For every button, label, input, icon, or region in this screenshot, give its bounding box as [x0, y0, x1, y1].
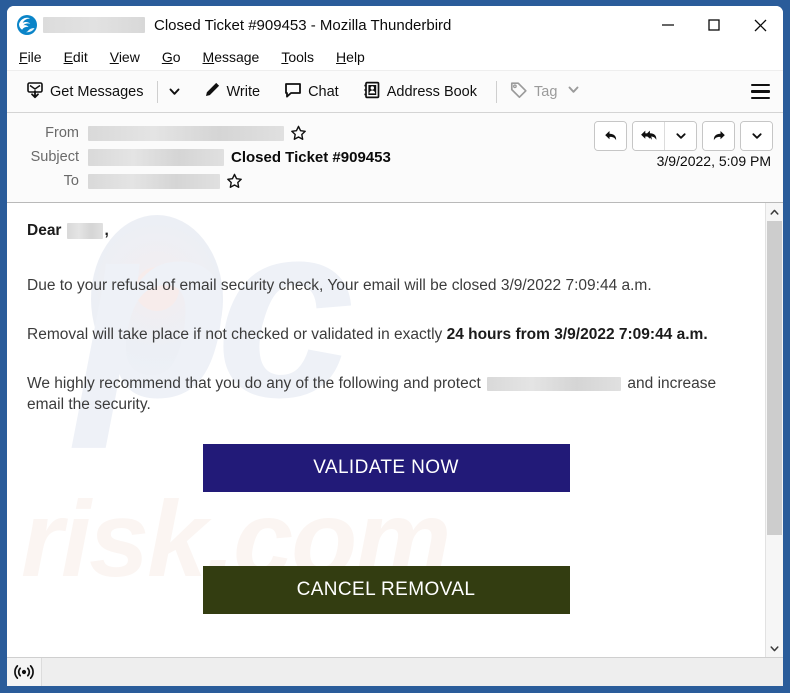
chat-button[interactable]: Chat	[277, 77, 346, 107]
tag-label: Tag	[534, 83, 558, 100]
paragraph-2-prefix: Removal will take place if not checked o…	[27, 325, 447, 343]
forward-group	[702, 121, 735, 151]
message-scrollbar[interactable]	[765, 203, 783, 657]
window-title: Closed Ticket #909453 - Mozilla Thunderb…	[154, 16, 452, 34]
button-gap	[27, 492, 745, 566]
greeting-prefix: Dear	[27, 222, 62, 239]
scrollbar-thumb[interactable]	[767, 221, 782, 535]
menubar: File Edit View Go Message Tools Help	[7, 44, 783, 71]
scrollbar-chevron-up-icon[interactable]	[766, 203, 783, 221]
reply-icon[interactable]	[595, 122, 626, 150]
write-button[interactable]: Write	[196, 77, 268, 107]
address-book-label: Address Book	[386, 83, 477, 100]
from-star-outline-icon[interactable]	[290, 125, 307, 142]
to-value-redacted[interactable]	[88, 173, 220, 189]
window-content: Closed Ticket #909453 - Mozilla Thunderb…	[7, 6, 783, 686]
paragraph-1: Due to your refusal of email security ch…	[27, 276, 652, 294]
titlebar-redacted-account	[43, 17, 145, 33]
tag-icon	[510, 81, 528, 103]
reply-group	[594, 121, 627, 151]
forward-chevron-down-icon[interactable]	[741, 122, 772, 150]
pencil-icon	[203, 81, 221, 103]
menu-go[interactable]: Go	[162, 49, 181, 65]
status-text	[42, 658, 783, 686]
main-toolbar: Get Messages Write Chat Address Book Tag	[7, 71, 783, 113]
from-label: From	[45, 125, 79, 141]
broadcast-icon[interactable]	[7, 658, 42, 686]
chat-label: Chat	[308, 83, 339, 100]
get-messages-chevron-down-icon[interactable]	[164, 79, 186, 105]
message-header: From Subject Closed Ticket #909453 To 3/…	[7, 113, 783, 203]
tag-chevron-down-icon[interactable]	[567, 83, 580, 100]
toolbar-divider-1	[156, 80, 158, 103]
paragraph-2: Removal will take place if not checked o…	[27, 325, 745, 346]
paragraph-2-bold: 24 hours from 3/9/2022 7:09:44 a.m.	[446, 325, 708, 343]
minimize-icon[interactable]	[645, 6, 691, 44]
paragraph-3-redacted	[487, 376, 622, 391]
get-messages-button[interactable]: Get Messages	[19, 77, 151, 107]
menu-help[interactable]: Help	[336, 49, 365, 65]
write-label: Write	[226, 83, 261, 100]
message-date: 3/9/2022, 5:09 PM	[656, 153, 771, 169]
to-row: To	[17, 169, 773, 193]
scrollbar-track[interactable]	[766, 221, 783, 639]
menu-message[interactable]: Message	[203, 49, 260, 65]
thunderbird-window: Closed Ticket #909453 - Mozilla Thunderb…	[0, 0, 790, 693]
action-buttons: VALIDATE NOW CANCEL REMOVAL	[27, 443, 745, 614]
reply-all-chevron-down-icon[interactable]	[664, 122, 696, 150]
speech-bubble-icon	[284, 81, 302, 103]
greeting-name-redacted	[67, 223, 104, 240]
greeting-line: Dear ,	[27, 221, 745, 242]
maximize-icon[interactable]	[691, 6, 737, 44]
subject-value: Closed Ticket #909453	[231, 148, 391, 166]
hamburger-menu-icon[interactable]	[743, 77, 777, 107]
reply-all-icon[interactable]	[633, 122, 664, 150]
statusbar	[7, 657, 783, 686]
thunderbird-logo-icon	[16, 14, 38, 36]
scrollbar-chevron-down-icon[interactable]	[766, 639, 783, 657]
validate-now-button[interactable]: VALIDATE NOW	[202, 443, 570, 492]
from-value-redacted[interactable]	[88, 125, 284, 141]
reply-all-group	[632, 121, 697, 151]
message-body-area: pc risk.com Dear , Due to your refusal o…	[7, 203, 783, 657]
message-body-content: pc risk.com Dear , Due to your refusal o…	[7, 203, 765, 657]
message-text: Dear , Due to your refusal of email secu…	[27, 221, 745, 416]
toolbar-divider-2	[496, 80, 497, 103]
paragraph-3: We highly recommend that you do any of t…	[27, 374, 745, 416]
tag-button[interactable]: Tag	[503, 77, 587, 107]
to-label: To	[63, 173, 79, 189]
to-star-outline-icon[interactable]	[226, 173, 243, 190]
menu-edit[interactable]: Edit	[64, 49, 88, 65]
subject-redacted-prefix	[88, 148, 224, 166]
menu-view[interactable]: View	[110, 49, 140, 65]
menu-tools[interactable]: Tools	[281, 49, 314, 65]
forward-menu-group	[740, 121, 773, 151]
paragraph-3-prefix: We highly recommend that you do any of t…	[27, 374, 486, 392]
forward-icon[interactable]	[703, 122, 734, 150]
address-book-button[interactable]: Address Book	[356, 77, 484, 107]
address-book-icon	[363, 81, 381, 103]
subject-label: Subject	[30, 149, 79, 165]
menu-file[interactable]: File	[19, 49, 42, 65]
cancel-removal-button[interactable]: CANCEL REMOVAL	[202, 565, 570, 614]
message-action-buttons	[594, 121, 773, 151]
download-mail-icon	[26, 81, 44, 103]
close-icon[interactable]	[737, 6, 783, 44]
get-messages-label: Get Messages	[50, 83, 144, 100]
greeting-suffix: ,	[104, 222, 109, 239]
titlebar: Closed Ticket #909453 - Mozilla Thunderb…	[7, 6, 783, 44]
